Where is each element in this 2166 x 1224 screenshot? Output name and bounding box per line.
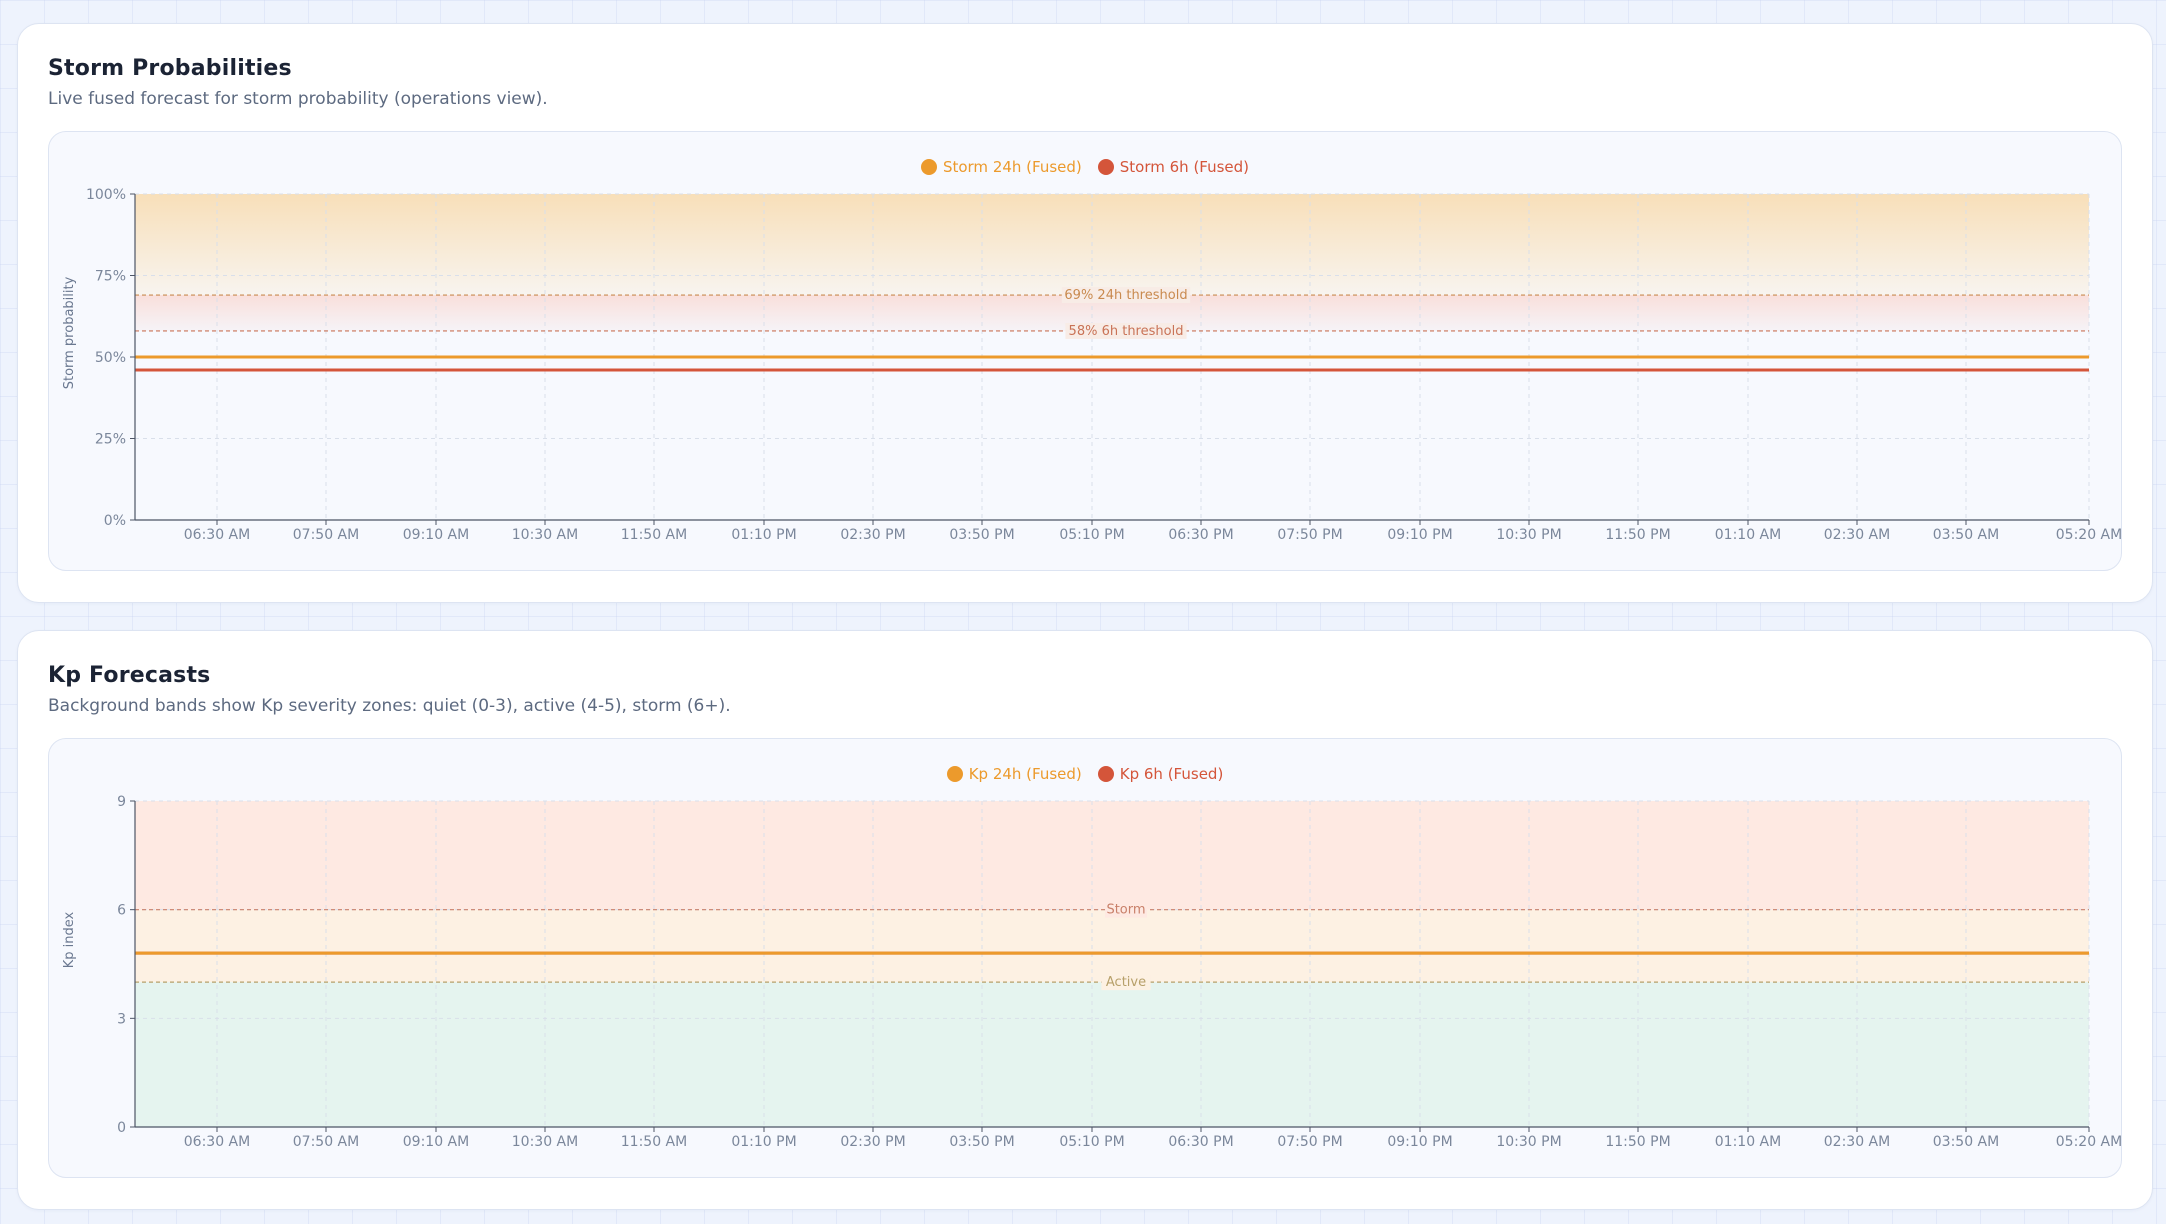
y-tick-label: 6 bbox=[117, 903, 126, 919]
x-tick-label: 06:30 PM bbox=[1168, 527, 1233, 543]
x-tick-label: 11:50 PM bbox=[1605, 527, 1670, 543]
threshold-label: 58% 6h threshold bbox=[1069, 324, 1184, 339]
x-tick-label: 03:50 AM bbox=[1933, 1134, 1999, 1150]
card-subtitle: Background bands show Kp severity zones:… bbox=[48, 696, 731, 716]
x-tick-label: 03:50 AM bbox=[1933, 527, 1999, 543]
storm-chart-panel: Storm 24h (Fused) Storm 6h (Fused) 69% 2… bbox=[48, 131, 2122, 571]
x-tick-label: 09:10 PM bbox=[1387, 527, 1452, 543]
x-tick-label: 05:20 AM bbox=[2056, 1134, 2121, 1150]
x-tick-label: 06:30 AM bbox=[184, 1134, 250, 1150]
kp-index-chart: Storm Active 0 3 6 9 06:30 AM 07:50 AM 09:10 AM 1… bbox=[62, 794, 2121, 1150]
x-tick-label: 01:10 AM bbox=[1715, 1134, 1781, 1150]
kp-forecasts-card: Kp Forecasts Background bands show Kp se… bbox=[17, 630, 2153, 1210]
severity-band-1 bbox=[135, 909, 2089, 983]
storm-probabilities-card: Storm Probabilities Live fused forecast … bbox=[17, 23, 2153, 603]
x-tick-label: 01:10 AM bbox=[1715, 527, 1781, 543]
storm-probability-chart: 69% 24h threshold 58% 6h threshold 0% 25% 50… bbox=[62, 187, 2121, 543]
x-tick-label: 09:10 PM bbox=[1387, 1134, 1452, 1150]
y-tick-label: 75% bbox=[95, 269, 126, 285]
y-axis-title: Kp index bbox=[62, 911, 77, 968]
x-tick-label: 11:50 AM bbox=[621, 527, 687, 543]
x-tick-label: 07:50 PM bbox=[1277, 1134, 1342, 1150]
y-axis-title: Storm probability bbox=[62, 276, 77, 389]
x-tick-label: 03:50 PM bbox=[949, 1134, 1014, 1150]
card-title: Kp Forecasts bbox=[48, 663, 211, 688]
severity-band-2 bbox=[135, 801, 2089, 910]
x-tick-label: 06:30 AM bbox=[184, 527, 250, 543]
x-tick-label: 10:30 PM bbox=[1496, 527, 1561, 543]
high-risk-zone bbox=[135, 194, 2089, 296]
x-tick-label: 02:30 PM bbox=[840, 1134, 905, 1150]
kp-chart-panel: Kp 24h (Fused) Kp 6h (Fused) Storm Active… bbox=[48, 738, 2122, 1178]
threshold-label: Active bbox=[1106, 975, 1146, 990]
x-tick-label: 07:50 AM bbox=[293, 1134, 359, 1150]
x-tick-label: 05:20 AM bbox=[2056, 527, 2121, 543]
x-tick-label: 07:50 AM bbox=[293, 527, 359, 543]
x-tick-label: 07:50 PM bbox=[1277, 527, 1342, 543]
x-tick-label: 02:30 PM bbox=[840, 527, 905, 543]
x-tick-label: 02:30 AM bbox=[1824, 1134, 1890, 1150]
y-tick-label: 25% bbox=[95, 432, 126, 448]
card-title: Storm Probabilities bbox=[48, 56, 292, 81]
threshold-label: 69% 24h threshold bbox=[1064, 288, 1187, 303]
x-tick-label: 05:10 PM bbox=[1059, 1134, 1124, 1150]
x-tick-label: 10:30 PM bbox=[1496, 1134, 1561, 1150]
y-tick-label: 3 bbox=[117, 1011, 126, 1027]
threshold-label: Storm bbox=[1106, 903, 1145, 918]
x-tick-label: 06:30 PM bbox=[1168, 1134, 1233, 1150]
card-subtitle: Live fused forecast for storm probabilit… bbox=[48, 89, 548, 109]
x-tick-label: 11:50 PM bbox=[1605, 1134, 1670, 1150]
severity-band-0 bbox=[135, 982, 2089, 1127]
x-tick-label: 11:50 AM bbox=[621, 1134, 687, 1150]
x-tick-label: 09:10 AM bbox=[403, 527, 469, 543]
y-tick-label: 9 bbox=[117, 794, 126, 810]
x-tick-label: 05:10 PM bbox=[1059, 527, 1124, 543]
x-tick-label: 10:30 AM bbox=[512, 1134, 578, 1150]
x-tick-label: 01:10 PM bbox=[731, 1134, 796, 1150]
x-tick-label: 02:30 AM bbox=[1824, 527, 1890, 543]
x-tick-label: 09:10 AM bbox=[403, 1134, 469, 1150]
y-tick-label: 0 bbox=[117, 1120, 126, 1136]
x-tick-label: 01:10 PM bbox=[731, 527, 796, 543]
x-tick-label: 10:30 AM bbox=[512, 527, 578, 543]
y-tick-label: 100% bbox=[86, 187, 126, 203]
y-tick-label: 50% bbox=[95, 350, 126, 366]
y-tick-label: 0% bbox=[104, 513, 126, 529]
x-tick-label: 03:50 PM bbox=[949, 527, 1014, 543]
